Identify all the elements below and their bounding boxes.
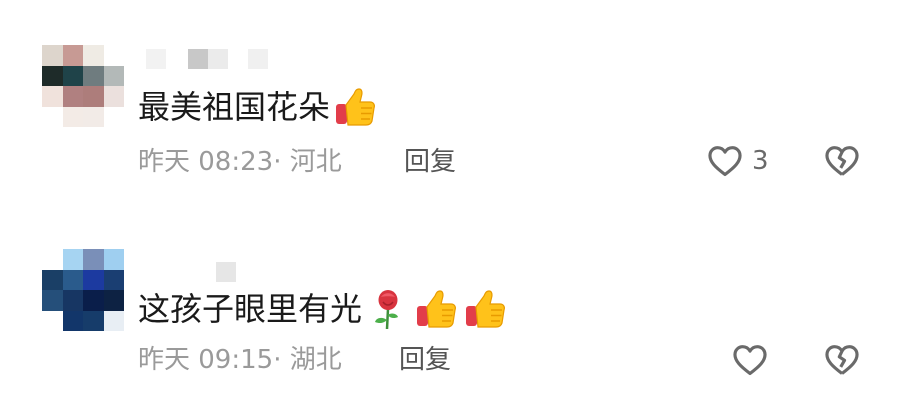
dislike-button[interactable] [823, 142, 861, 180]
reply-button[interactable]: 回复 [399, 343, 451, 377]
username-pixel [188, 49, 208, 69]
avatar-pixel [42, 310, 63, 331]
comment-item: 最美祖国花朵 昨天 08:23· 河北 回复 3 [0, 0, 900, 204]
avatar-pixel [103, 290, 124, 311]
comment-text: 最美祖国花朵 [138, 85, 383, 129]
comment-emojis [334, 85, 383, 129]
username-pixel [216, 262, 236, 282]
avatar-pixel [103, 86, 124, 107]
broken-heart-icon [823, 341, 861, 379]
like-button[interactable] [731, 341, 777, 379]
username-pixel [248, 49, 268, 69]
avatar-pixel [62, 269, 83, 290]
comment-text-content: 这孩子眼里有光 [138, 290, 363, 328]
avatar-pixel [62, 65, 83, 86]
avatar-pixel [83, 45, 104, 66]
heart-icon [706, 142, 744, 180]
avatar-pixel [103, 310, 124, 331]
username-pixel [208, 49, 228, 69]
avatar-pixel [103, 106, 124, 127]
username-pixel [146, 49, 166, 69]
avatar-pixel [62, 290, 83, 311]
avatar-pixel [103, 65, 124, 86]
avatar-pixel [103, 249, 124, 270]
avatar-pixel [83, 310, 104, 331]
avatar-pixel [83, 65, 104, 86]
avatar-pixel [62, 86, 83, 107]
avatar-pixel [62, 310, 83, 331]
comment-text: 这孩子眼里有光 [138, 287, 513, 331]
avatar-pixel [62, 106, 83, 127]
like-button[interactable]: 3 [706, 142, 769, 180]
like-count: 3 [752, 146, 769, 176]
thumbs-up-emoji [415, 287, 459, 331]
avatar-pixel [42, 86, 63, 107]
avatar-pixel [62, 249, 83, 270]
reply-button[interactable]: 回复 [404, 145, 456, 179]
avatar-pixel [42, 65, 63, 86]
avatar-pixel [83, 269, 104, 290]
thumbs-up-emoji [334, 85, 378, 129]
avatar[interactable] [42, 45, 124, 127]
avatar-pixel [42, 269, 63, 290]
meta-separator: · [273, 147, 282, 177]
thumbs-up-emoji [464, 287, 508, 331]
comment-time: 昨天 08:23 [138, 147, 274, 177]
comment-text-content: 最美祖国花朵 [138, 88, 331, 126]
avatar-pixel [83, 249, 104, 270]
comment-location: 河北 [289, 147, 342, 177]
avatar-pixel [42, 290, 63, 311]
comment-meta: 昨天 09:15· 湖北 [138, 343, 342, 377]
avatar-pixel [83, 106, 104, 127]
avatar[interactable] [42, 249, 124, 331]
avatar-pixel [103, 45, 124, 66]
comment-time: 昨天 09:15 [138, 345, 274, 375]
meta-separator: · [273, 345, 282, 375]
broken-heart-icon [823, 142, 861, 180]
avatar-pixel [103, 269, 124, 290]
dislike-button[interactable] [823, 341, 861, 379]
comment-location: 湖北 [289, 345, 342, 375]
avatar-pixel [62, 45, 83, 66]
rose-emoji [366, 287, 410, 331]
avatar-pixel [42, 45, 63, 66]
comment-meta: 昨天 08:23· 河北 [138, 145, 342, 179]
avatar-pixel [42, 249, 63, 270]
comment-item: 这孩子眼里有光 昨天 09:15· 湖北 回复 [0, 204, 900, 408]
avatar-pixel [83, 86, 104, 107]
avatar-pixel [83, 290, 104, 311]
avatar-pixel [42, 106, 63, 127]
comment-emojis [366, 287, 513, 331]
heart-icon [731, 341, 769, 379]
